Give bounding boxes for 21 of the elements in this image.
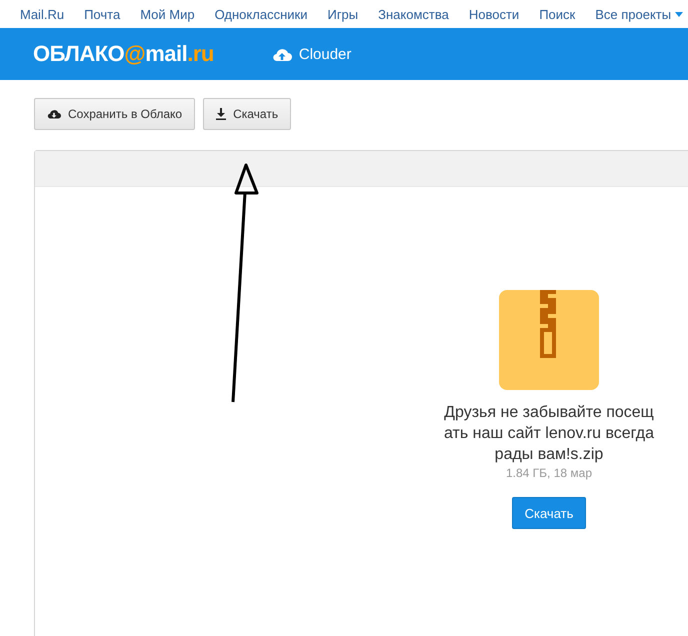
nav-link[interactable]: Почта [84,6,120,22]
nav-link[interactable]: Новости [468,6,520,22]
nav-link[interactable]: Знакомства [378,6,449,22]
nav-link[interactable]: Поиск [539,6,576,22]
file-name: Друзья не забывайте посещ ать наш сайт lenov.ru всегда рады вам!s.zip [444,403,654,465]
nav-link[interactable]: Mail.Ru [20,6,64,22]
caret-icon [675,12,684,16]
user-link[interactable]: Clouder [272,46,352,62]
nav-link[interactable]: Игры [327,6,358,22]
download-button[interactable]: Скачать [203,98,292,130]
archive-file-icon [499,290,599,390]
cloud-upload-icon [272,46,292,62]
download-button[interactable]: Скачать [512,497,586,529]
nav-link[interactable]: Все проекты [595,6,684,22]
logo[interactable]: ОБЛАКО@mail.ru [33,41,214,67]
nav-link[interactable]: Одноклассники [214,6,308,22]
download-icon [216,108,226,120]
save-to-cloud-button[interactable]: Сохранить в Облако [34,98,196,130]
cloud-download-icon [47,108,61,120]
file-meta: 1.84 ГБ, 18 мар [506,466,592,480]
nav-link[interactable]: Мой Мир [140,6,195,22]
